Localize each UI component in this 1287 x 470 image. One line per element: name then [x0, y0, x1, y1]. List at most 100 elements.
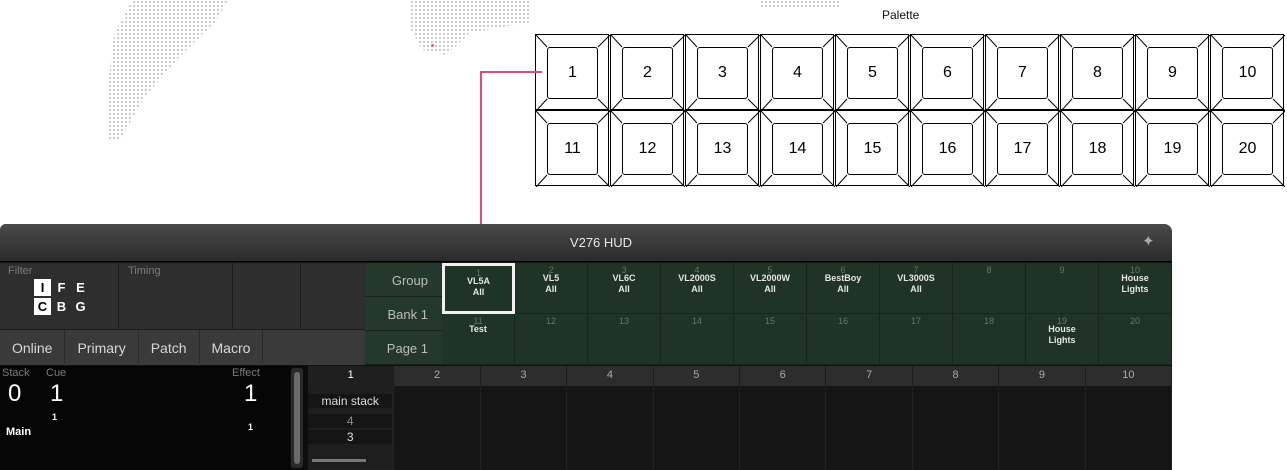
palette-key-20[interactable]: 20 — [1210, 110, 1285, 187]
filter-toggle-b[interactable]: B — [53, 298, 70, 315]
filter-toggle-f[interactable]: F — [53, 279, 70, 296]
tab-macro[interactable]: Macro — [200, 330, 264, 366]
playback-slot-1[interactable]: main stack 4 3 — [308, 386, 395, 470]
column-header-6[interactable]: 6 — [740, 366, 827, 386]
filter-label: Filter — [8, 265, 33, 277]
palette-key-label: 18 — [1072, 123, 1123, 175]
mode-tabs: Online Primary Patch Macro — [0, 329, 365, 366]
group-cell-number: 12 — [545, 316, 556, 326]
playback-slot-7[interactable] — [826, 386, 913, 470]
filter-toggles: I F E C B G — [34, 279, 89, 317]
bank-button[interactable]: Bank 1 — [365, 297, 442, 331]
palette-key-13[interactable]: 13 — [685, 110, 760, 187]
group-button[interactable]: Group — [365, 263, 442, 297]
column-header-2[interactable]: 2 — [394, 366, 481, 386]
window-titlebar[interactable]: V276 HUD ✦ — [0, 224, 1172, 262]
playback-slot-9[interactable] — [999, 386, 1086, 470]
palette-key-4[interactable]: 4 — [760, 34, 835, 111]
palette-key-8[interactable]: 8 — [1060, 34, 1135, 111]
filter-toggle-i[interactable]: I — [34, 279, 51, 296]
palette-key-10[interactable]: 10 — [1210, 34, 1285, 111]
palette-key-18[interactable]: 18 — [1060, 110, 1135, 187]
group-cell-15[interactable]: 15 — [734, 314, 807, 365]
playback-slot-10[interactable] — [1085, 386, 1172, 470]
group-cell-4[interactable]: 4 VL2000S All — [661, 263, 734, 314]
palette-key-14[interactable]: 14 — [760, 110, 835, 187]
palette-key-label: 11 — [547, 123, 598, 175]
palette-key-5[interactable]: 5 — [835, 34, 910, 111]
group-cell-label: VL2000W All — [749, 273, 791, 294]
slot-progress-bar — [312, 459, 366, 462]
tab-primary[interactable]: Primary — [65, 330, 139, 366]
filter-toggle-g[interactable]: G — [72, 298, 89, 315]
filter-toggle-e[interactable]: E — [72, 279, 89, 296]
page-button[interactable]: Page 1 — [365, 331, 442, 365]
group-cell-label: VL2000S All — [678, 273, 716, 294]
group-cell-17[interactable]: 17 — [880, 314, 953, 365]
group-cell-label: VL5 All — [542, 273, 560, 294]
palette-key-7[interactable]: 7 — [985, 34, 1060, 111]
group-cell-1[interactable]: 1 VL5A All — [442, 263, 515, 314]
group-cell-label: House Lights — [1121, 273, 1149, 294]
playback-slot-5[interactable] — [653, 386, 741, 470]
group-cell-6[interactable]: 6 BestBoy All — [807, 263, 880, 314]
column-header-9[interactable]: 9 — [999, 366, 1086, 386]
group-cell-13[interactable]: 13 — [588, 314, 661, 365]
column-header-10[interactable]: 10 — [1086, 366, 1172, 386]
tab-patch[interactable]: Patch — [139, 330, 200, 366]
tab-online[interactable]: Online — [0, 330, 66, 366]
group-cell-8[interactable]: 8 — [953, 263, 1026, 314]
playback-panel: Stack Cue Effect 0 1 1 1 1 Main 12345678… — [0, 366, 1172, 470]
group-cell-5[interactable]: 5 VL2000W All — [734, 263, 807, 314]
group-cell-10[interactable]: 10 House Lights — [1099, 263, 1172, 314]
column-header-7[interactable]: 7 — [826, 366, 913, 386]
column-header-5[interactable]: 5 — [654, 366, 741, 386]
playback-slot-2[interactable] — [394, 386, 481, 470]
column-header-3[interactable]: 3 — [481, 366, 568, 386]
main-label: Main — [6, 426, 32, 438]
palette-key-11[interactable]: 11 — [535, 110, 610, 187]
filter-panel: Filter Timing I F E C B G — [0, 263, 365, 329]
palette-key-2[interactable]: 2 — [610, 34, 685, 111]
group-bank-page: Group Bank 1 Page 1 — [365, 263, 442, 365]
palette-key-1[interactable]: 1 — [535, 34, 610, 111]
group-cell-20[interactable]: 20 — [1099, 314, 1172, 365]
playback-slot-3[interactable] — [480, 386, 568, 470]
palette-key-6[interactable]: 6 — [910, 34, 985, 111]
palette-key-3[interactable]: 3 — [685, 34, 760, 111]
palette-title: Palette — [882, 8, 920, 22]
palette-key-label: 13 — [697, 123, 748, 175]
group-cell-9[interactable]: 9 — [1026, 263, 1099, 314]
palette-key-16[interactable]: 16 — [910, 110, 985, 187]
group-cell-label: VL3000S All — [897, 273, 935, 294]
column-header-1[interactable]: 1 — [308, 366, 395, 386]
palette-key-15[interactable]: 15 — [835, 110, 910, 187]
scrollbar[interactable] — [291, 368, 303, 468]
cue-sub-value: 1 — [52, 412, 58, 422]
palette-key-12[interactable]: 12 — [610, 110, 685, 187]
column-header-4[interactable]: 4 — [567, 366, 654, 386]
group-cell-14[interactable]: 14 — [661, 314, 734, 365]
group-cell-7[interactable]: 7 VL3000S All — [880, 263, 953, 314]
group-cell-18[interactable]: 18 — [953, 314, 1026, 365]
slot-current-cue: 3 — [308, 430, 394, 444]
palette-key-19[interactable]: 19 — [1135, 110, 1210, 187]
playback-slot-4[interactable] — [567, 386, 654, 470]
column-header-8[interactable]: 8 — [913, 366, 1000, 386]
group-cell-12[interactable]: 12 — [515, 314, 588, 365]
group-cell-19[interactable]: 19 House Lights — [1026, 314, 1099, 365]
group-cell-3[interactable]: 3 VL6C All — [588, 263, 661, 314]
group-cell-16[interactable]: 16 — [807, 314, 880, 365]
divider — [118, 263, 119, 329]
pin-icon[interactable]: ✦ — [1142, 234, 1158, 250]
group-cell-11[interactable]: 11 Test — [442, 314, 515, 365]
group-cell-2[interactable]: 2 VL5 All — [515, 263, 588, 314]
filter-toggle-c[interactable]: C — [34, 298, 51, 315]
playback-slot-8[interactable] — [912, 386, 1000, 470]
cue-label: Cue — [46, 367, 67, 379]
palette-key-9[interactable]: 9 — [1135, 34, 1210, 111]
palette-key-label: 8 — [1072, 47, 1123, 99]
palette-key-17[interactable]: 17 — [985, 110, 1060, 187]
scrollbar-thumb[interactable] — [294, 372, 300, 464]
playback-slot-6[interactable] — [740, 386, 827, 470]
